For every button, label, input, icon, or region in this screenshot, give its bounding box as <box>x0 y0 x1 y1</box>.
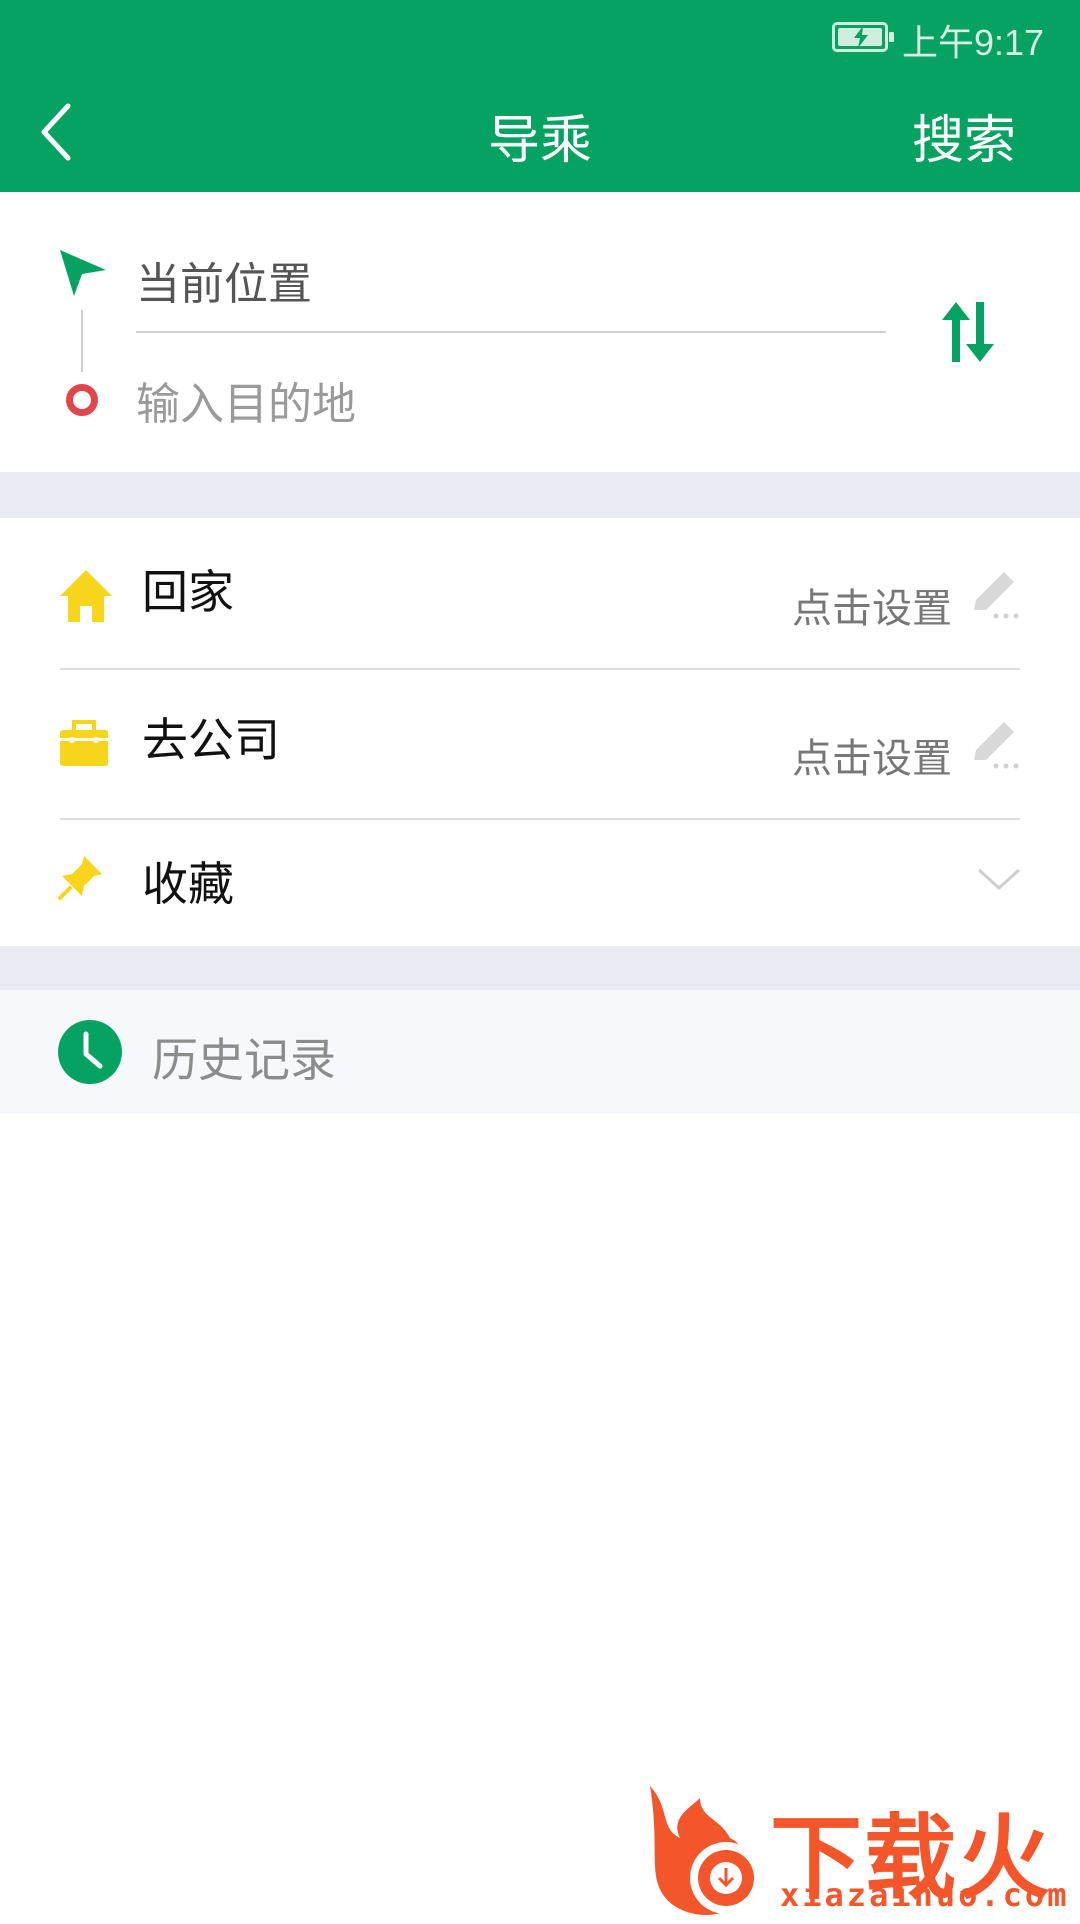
route-connector <box>81 310 83 372</box>
history-row[interactable]: 历史记录 <box>0 990 1080 1114</box>
pencil-icon[interactable] <box>966 564 1022 620</box>
section-gap <box>0 472 1080 518</box>
home-label: 回家 <box>142 565 234 619</box>
home-item[interactable]: 回家 点击设置 <box>0 518 1080 668</box>
back-icon <box>41 103 71 161</box>
swap-button[interactable] <box>936 296 1000 368</box>
pencil-icon[interactable] <box>966 714 1022 770</box>
route-card <box>0 192 1080 472</box>
favorites-label: 收藏 <box>142 857 234 911</box>
quick-destinations: 回家 点击设置 去公司 点击设置 收藏 <box>0 518 1080 946</box>
work-label: 去公司 <box>142 713 280 767</box>
chevron-down-icon[interactable] <box>976 864 1022 894</box>
swap-icon <box>942 302 994 362</box>
destination-dot-icon <box>66 384 98 416</box>
battery-icon <box>832 22 894 52</box>
clock-icon <box>58 1020 122 1084</box>
home-icon <box>60 570 112 622</box>
route-divider <box>136 331 886 333</box>
back-button[interactable] <box>30 92 90 172</box>
section-gap <box>0 946 1080 990</box>
home-set-link[interactable]: 点击设置 <box>792 576 952 634</box>
page-title: 导乘 <box>487 111 592 171</box>
watermark-url: xiazaihuo.com <box>780 1876 1070 1914</box>
search-button[interactable]: 搜索 <box>912 98 1016 173</box>
status-bar: 上午9:17 <box>0 0 1080 72</box>
start-location-input[interactable] <box>136 240 876 320</box>
watermark-logo: 下载火 xiazaihuo.com <box>640 1778 1080 1920</box>
app-header: 上午9:17 导乘 搜索 <box>0 0 1080 192</box>
history-label: 历史记录 <box>152 1033 336 1087</box>
work-set-link[interactable]: 点击设置 <box>792 726 952 784</box>
favorites-item[interactable]: 收藏 <box>0 820 1080 946</box>
pin-icon <box>58 856 102 900</box>
navigation-arrow-icon <box>60 250 106 296</box>
status-time: 上午9:17 <box>902 22 1045 63</box>
briefcase-icon <box>60 720 108 766</box>
work-item[interactable]: 去公司 点击设置 <box>0 670 1080 820</box>
destination-input[interactable] <box>136 364 876 444</box>
flame-logo-icon <box>650 1786 762 1915</box>
